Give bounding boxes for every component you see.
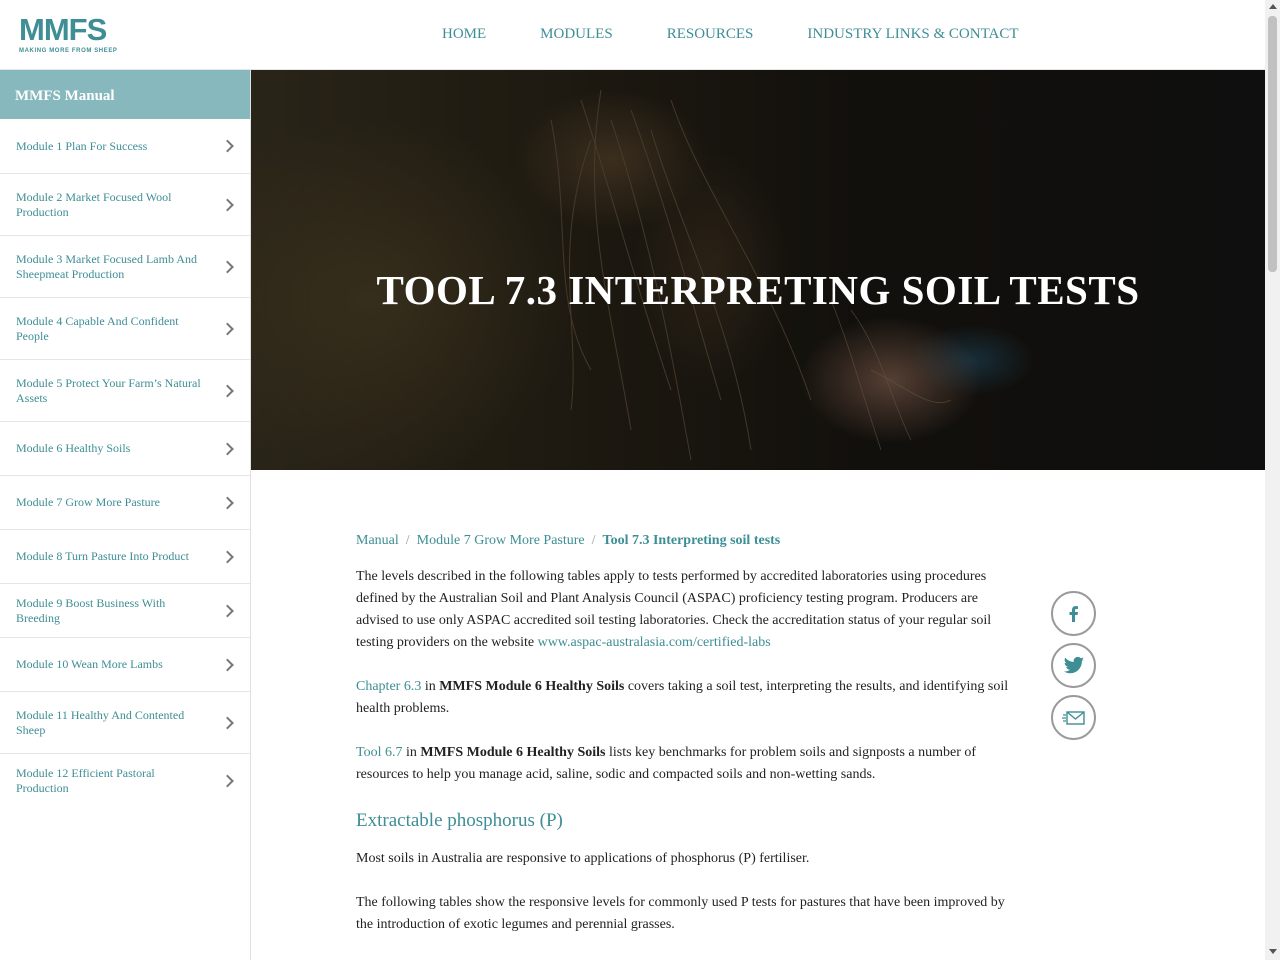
page-title: TOOL 7.3 INTERPRETING SOIL TESTS [376,267,1140,313]
nav-resources[interactable]: RESOURCES [667,26,754,43]
section-heading: Extractable phosphorus (P) [356,810,563,831]
sidebar-item-label: Module 5 Protect Your Farm’s Natural Ass… [16,375,201,405]
page-scrollbar[interactable] [1265,0,1280,960]
email-share-button[interactable] [1051,695,1096,740]
chevron-right-icon [221,260,234,273]
hero-banner: TOOL 7.3 INTERPRETING SOIL TESTS [251,70,1265,470]
sidebar-item-module-2[interactable]: Module 2 Market Focused Wool Production [0,174,250,236]
sidebar-item-label: Module 12 Efficient Pastoral Production [16,766,155,795]
chapter-in-text: in [421,679,440,694]
chapter-paragraph: Chapter 6.3 in MMFS Module 6 Healthy Soi… [356,676,1016,720]
aspac-link[interactable]: www.aspac-australasia.com/certified-labs [538,635,771,650]
chevron-right-icon [221,658,234,671]
sidebar-item-label: Module 10 Wean More Lambs [16,657,163,671]
chevron-right-icon [221,198,234,211]
chevron-right-icon [221,496,234,509]
scroll-up-arrow-icon[interactable] [1269,4,1277,9]
share-buttons [1051,591,1096,747]
chapter-6-3-link[interactable]: Chapter 6.3 [356,679,421,694]
tool-paragraph: Tool 6.7 in MMFS Module 6 Healthy Soils … [356,742,1016,786]
nav-modules[interactable]: MODULES [540,26,613,43]
chevron-right-icon [221,774,234,788]
email-icon [1061,710,1085,725]
tool-6-7-link[interactable]: Tool 6.7 [356,745,402,760]
breadcrumb-current: Tool 7.3 Interpreting soil tests [602,533,781,548]
sidebar-item-module-4[interactable]: Module 4 Capable And Confident People [0,298,250,360]
sidebar-item-label: Module 7 Grow More Pasture [16,495,160,509]
chapter-module-name: MMFS Module 6 Healthy Soils [439,679,625,694]
sidebar-item-label: Module 11 Healthy And Contented Sheep [16,707,185,737]
main-nav: HOME MODULES RESOURCES INDUSTRY LINKS & … [442,26,1073,43]
chevron-right-icon [221,716,234,729]
sidebar-item-module-9[interactable]: Module 9 Boost Business With Breeding [0,584,250,638]
sidebar-item-module-3[interactable]: Module 3 Market Focused Lamb And Sheepme… [0,236,250,298]
breadcrumb-manual[interactable]: Manual [356,533,399,548]
logo-text: MMFS [19,12,107,47]
logo-tagline: MAKING MORE FROM SHEEP [19,48,118,54]
sidebar-item-module-1[interactable]: Module 1 Plan For Success [0,119,250,174]
manual-sidebar: MMFS Manual Module 1 Plan For Success Mo… [0,70,251,960]
twitter-share-button[interactable] [1051,643,1096,688]
sidebar-item-module-6[interactable]: Module 6 Healthy Soils [0,422,250,476]
breadcrumb-separator: / [405,533,410,548]
tool-in-text: in [402,745,421,760]
chevron-right-icon [221,139,234,153]
intro-paragraph: The levels described in the following ta… [356,566,1016,654]
tables-paragraph: The following tables show the responsive… [356,895,1005,932]
sidebar-title: MMFS Manual [0,70,250,119]
tool-module-name: MMFS Module 6 Healthy Soils [420,745,606,760]
facebook-icon [1069,605,1078,622]
sidebar-item-module-11[interactable]: Module 11 Healthy And Contented Sheep [0,692,250,754]
nav-home[interactable]: HOME [442,26,486,43]
sidebar-item-label: Module 3 Market Focused Lamb And Sheepme… [16,251,197,281]
chevron-right-icon [221,604,234,617]
sidebar-item-label: Module 9 Boost Business With Breeding [16,595,166,625]
facebook-share-button[interactable] [1051,591,1096,636]
chevron-right-icon [221,550,234,563]
sidebar-item-label: Module 1 Plan For Success [16,138,148,153]
sidebar-item-module-5[interactable]: Module 5 Protect Your Farm’s Natural Ass… [0,360,250,422]
sidebar-item-label: Module 4 Capable And Confident People [16,313,179,343]
phosphorus-paragraph: Most soils in Australia are responsive t… [356,851,810,866]
breadcrumb-separator: / [591,533,596,548]
sidebar-item-label: Module 6 Healthy Soils [16,441,131,455]
chevron-right-icon [221,384,234,397]
chevron-right-icon [221,322,234,335]
nav-industry-links-contact[interactable]: INDUSTRY LINKS & CONTACT [807,26,1018,43]
breadcrumb: Manual / Module 7 Grow More Pasture / Tool 7… [356,530,1016,552]
sidebar-item-module-7[interactable]: Module 7 Grow More Pasture [0,476,250,530]
chevron-right-icon [221,442,234,455]
sidebar-item-label: Module 8 Turn Pasture Into Product [16,549,190,563]
twitter-icon [1063,656,1084,673]
breadcrumb-module-7[interactable]: Module 7 Grow More Pasture [417,533,585,548]
main-content: Manual / Module 7 Grow More Pasture / Tool 7… [356,530,1016,958]
sidebar-item-label: Module 2 Market Focused Wool Production [16,189,172,219]
mmfs-logo[interactable]: MMFS MAKING MORE FROM SHEEP [19,14,129,58]
site-header: MMFS MAKING MORE FROM SHEEP HOME MODULES… [0,0,1265,70]
scroll-down-arrow-icon[interactable] [1269,949,1277,954]
sidebar-item-module-12[interactable]: Module 12 Efficient Pastoral Production [0,754,250,808]
scroll-thumb[interactable] [1268,16,1277,272]
sidebar-item-module-8[interactable]: Module 8 Turn Pasture Into Product [0,530,250,584]
sidebar-item-module-10[interactable]: Module 10 Wean More Lambs [0,638,250,692]
